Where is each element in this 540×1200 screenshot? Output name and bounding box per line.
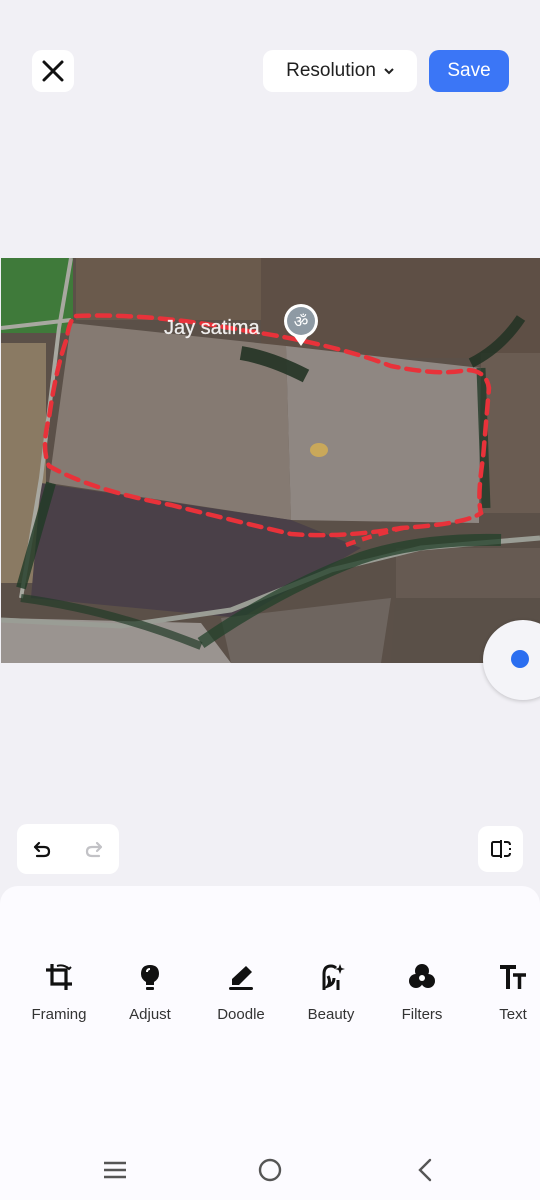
close-icon <box>42 60 64 82</box>
back-button[interactable] <box>405 1152 445 1188</box>
home-button[interactable] <box>250 1152 290 1188</box>
om-symbol-icon: ॐ <box>294 312 309 331</box>
beauty-icon <box>314 960 348 994</box>
adjust-icon <box>133 960 167 994</box>
history-controls <box>17 824 119 874</box>
chevron-down-icon <box>384 68 394 75</box>
tool-doodle-label: Doodle <box>217 1006 265 1023</box>
back-icon <box>418 1158 432 1182</box>
menu-icon <box>104 1161 126 1179</box>
place-label: Jay satima <box>164 317 260 339</box>
redo-button[interactable] <box>77 832 111 866</box>
compare-button[interactable] <box>478 826 523 872</box>
tool-text[interactable]: Text <box>468 960 540 1030</box>
tool-framing[interactable]: Framing <box>14 960 104 1030</box>
top-toolbar: Resolution Save <box>0 0 540 130</box>
compare-icon <box>490 840 511 858</box>
save-label: Save <box>447 60 491 81</box>
resolution-label: Resolution <box>286 60 376 81</box>
system-nav-bar <box>0 1140 540 1200</box>
tool-filters[interactable]: Filters <box>377 960 467 1030</box>
tool-text-label: Text <box>499 1006 527 1023</box>
redo-icon <box>85 841 103 858</box>
resolution-dropdown[interactable]: Resolution <box>263 50 417 92</box>
framing-icon <box>42 960 76 994</box>
menu-button[interactable] <box>95 1152 135 1188</box>
tool-filters-label: Filters <box>401 1006 443 1023</box>
location-dot-icon <box>511 650 529 668</box>
edited-photo: ॐ Jay satima <box>1 258 540 663</box>
home-icon <box>258 1158 282 1182</box>
doodle-icon <box>224 960 258 994</box>
text-icon <box>496 960 530 994</box>
filters-icon <box>405 960 439 994</box>
tool-doodle[interactable]: Doodle <box>196 960 286 1030</box>
tool-beauty-label: Beauty <box>307 1006 355 1023</box>
tool-adjust[interactable]: Adjust <box>105 960 195 1030</box>
tool-adjust-label: Adjust <box>129 1006 171 1023</box>
save-button[interactable]: Save <box>429 50 509 92</box>
tool-beauty[interactable]: Beauty <box>286 960 376 1030</box>
undo-icon <box>33 841 51 858</box>
close-button[interactable] <box>32 50 74 92</box>
tool-framing-label: Framing <box>31 1006 87 1023</box>
undo-button[interactable] <box>25 832 59 866</box>
